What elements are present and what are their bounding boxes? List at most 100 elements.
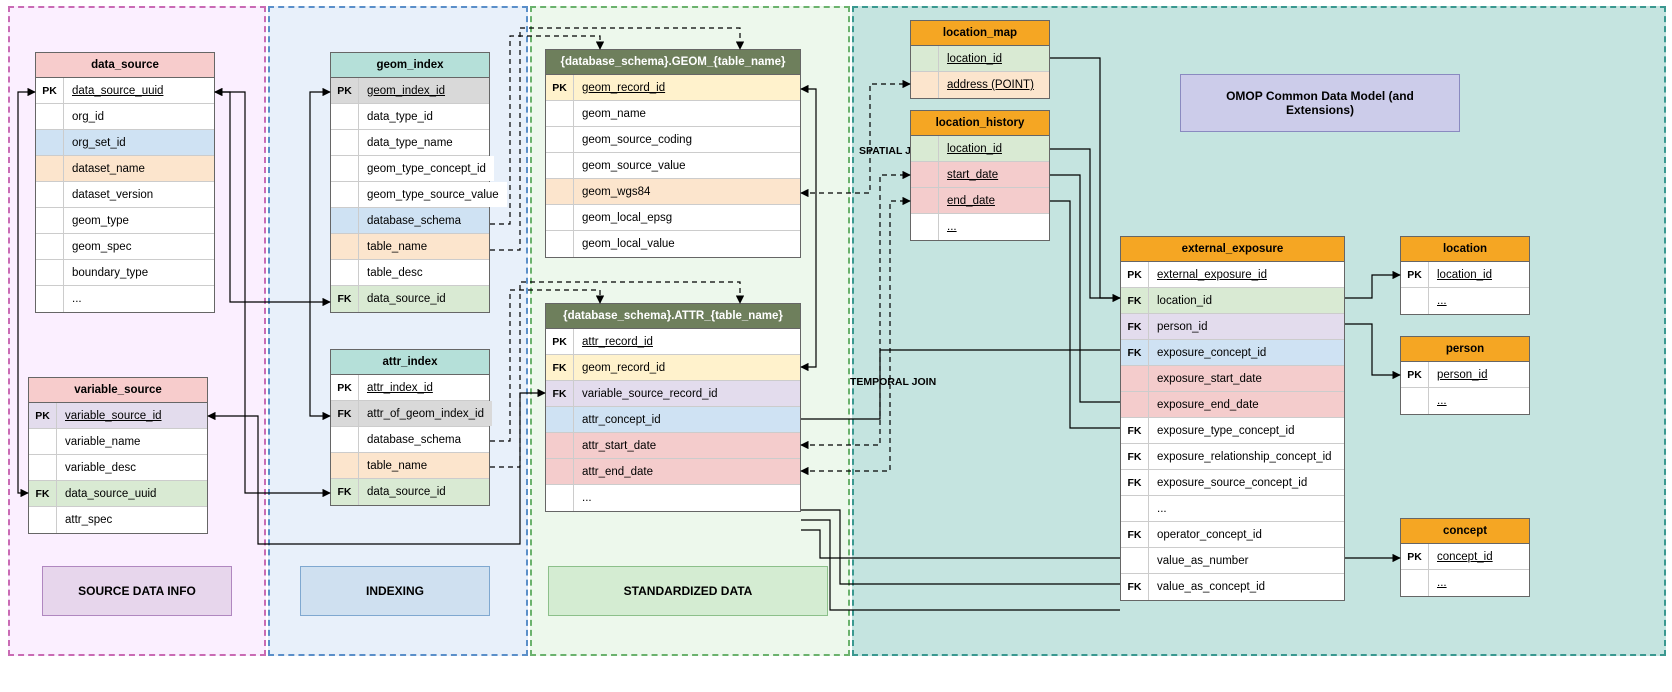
key-cell: FK xyxy=(1121,444,1149,469)
table-row: table_name xyxy=(331,453,489,479)
table-data-source: data_source PKdata_source_uuidorg_idorg_… xyxy=(35,52,215,313)
table-row: ... xyxy=(1401,388,1529,414)
table-attr-instance: {database_schema}.ATTR_{table_name} PKat… xyxy=(545,303,801,512)
column-name: value_as_concept_id xyxy=(1149,574,1344,600)
table-row: PKgeom_index_id xyxy=(331,78,489,104)
table-geom-index: geom_index PKgeom_index_iddata_type_idda… xyxy=(330,52,490,313)
column-name: data_source_uuid xyxy=(64,78,214,103)
key-cell xyxy=(546,485,574,511)
table-rows: PKattr_record_idFKgeom_record_idFKvariab… xyxy=(546,329,800,511)
key-cell xyxy=(546,433,574,458)
key-cell: PK xyxy=(36,78,64,103)
column-name: geom_source_value xyxy=(574,153,800,178)
table-row: FKdata_source_id xyxy=(331,286,489,312)
table-row: ... xyxy=(546,485,800,511)
column-name: attr_concept_id xyxy=(574,407,800,432)
column-name: location_id xyxy=(939,46,1049,71)
table-rows: PKvariable_source_idvariable_namevariabl… xyxy=(29,403,207,533)
column-name: person_id xyxy=(1429,362,1529,387)
table-title: geom_index xyxy=(331,53,489,78)
zone-label-source: SOURCE DATA INFO xyxy=(42,566,232,616)
table-row: PKattr_record_id xyxy=(546,329,800,355)
column-name: boundary_type xyxy=(64,260,214,285)
key-cell xyxy=(911,136,939,161)
table-row: PKattr_index_id xyxy=(331,375,489,401)
key-cell xyxy=(546,231,574,257)
column-name: org_set_id xyxy=(64,130,214,155)
key-cell xyxy=(1121,548,1149,573)
table-row: PKgeom_record_id xyxy=(546,75,800,101)
key-cell xyxy=(331,208,359,233)
key-cell: FK xyxy=(1121,418,1149,443)
table-row: ... xyxy=(1121,496,1344,522)
key-cell xyxy=(546,127,574,152)
key-cell: PK xyxy=(1401,362,1429,387)
column-name: location_id xyxy=(1149,288,1344,313)
table-row: table_name xyxy=(331,234,489,260)
key-cell xyxy=(36,234,64,259)
key-cell xyxy=(36,286,64,312)
key-cell xyxy=(36,208,64,233)
column-name: database_schema xyxy=(359,427,489,452)
table-geom-instance: {database_schema}.GEOM_{table_name} PKge… xyxy=(545,49,801,258)
key-cell xyxy=(911,162,939,187)
zone-label-text: OMOP Common Data Model (and Extensions) xyxy=(1226,89,1414,117)
column-name: start_date xyxy=(939,162,1049,187)
table-person: person PKperson_id... xyxy=(1400,336,1530,415)
table-row: geom_source_coding xyxy=(546,127,800,153)
key-cell: FK xyxy=(1121,522,1149,547)
key-cell: PK xyxy=(1401,262,1429,287)
table-row: PKexternal_exposure_id xyxy=(1121,262,1344,288)
column-name: ... xyxy=(1429,570,1529,596)
table-rows: PKperson_id... xyxy=(1401,362,1529,414)
column-name: external_exposure_id xyxy=(1149,262,1344,287)
column-name: dataset_version xyxy=(64,182,214,207)
key-cell xyxy=(546,407,574,432)
key-cell xyxy=(546,153,574,178)
table-rows: location_idstart_dateend_date... xyxy=(911,136,1049,240)
column-name: geom_wgs84 xyxy=(574,179,800,204)
table-row: location_id xyxy=(911,46,1049,72)
column-name: attr_record_id xyxy=(574,329,800,354)
key-cell: FK xyxy=(331,401,359,426)
column-name: attr_spec xyxy=(57,507,207,533)
table-location-map: location_map location_idaddress (POINT) xyxy=(910,20,1050,99)
table-attr-index: attr_index PKattr_index_idFKattr_of_geom… xyxy=(330,349,490,506)
key-cell: PK xyxy=(29,403,57,428)
key-cell: FK xyxy=(1121,340,1149,365)
table-row: FKdata_source_id xyxy=(331,479,489,505)
table-row: attr_concept_id xyxy=(546,407,800,433)
table-row: FKvariable_source_record_id xyxy=(546,381,800,407)
table-title: location_history xyxy=(911,111,1049,136)
table-title: location xyxy=(1401,237,1529,262)
key-cell xyxy=(546,205,574,230)
zone-label-omop: OMOP Common Data Model (and Extensions) xyxy=(1180,74,1460,132)
table-row: geom_local_value xyxy=(546,231,800,257)
table-rows: PKattr_index_idFKattr_of_geom_index_idda… xyxy=(331,375,489,505)
table-row: database_schema xyxy=(331,427,489,453)
table-title: variable_source xyxy=(29,378,207,403)
table-row: FKexposure_type_concept_id xyxy=(1121,418,1344,444)
zone-label-text: INDEXING xyxy=(366,584,424,598)
column-name: person_id xyxy=(1149,314,1344,339)
key-cell xyxy=(36,182,64,207)
table-row: data_type_id xyxy=(331,104,489,130)
table-rows: PKexternal_exposure_idFKlocation_idFKper… xyxy=(1121,262,1344,600)
column-name: geom_spec xyxy=(64,234,214,259)
column-name: ... xyxy=(64,286,214,312)
column-name: geom_name xyxy=(574,101,800,126)
column-name: exposure_end_date xyxy=(1149,392,1344,417)
column-name: data_source_id xyxy=(359,479,489,505)
table-row: dataset_version xyxy=(36,182,214,208)
key-cell: FK xyxy=(1121,470,1149,495)
key-cell xyxy=(1401,288,1429,314)
key-cell: FK xyxy=(546,381,574,406)
column-name: location_id xyxy=(1429,262,1529,287)
column-name: variable_source_id xyxy=(57,403,207,428)
table-variable-source: variable_source PKvariable_source_idvari… xyxy=(28,377,208,534)
key-cell xyxy=(331,104,359,129)
key-cell xyxy=(29,507,57,533)
column-name: geom_index_id xyxy=(359,78,489,103)
table-row: location_id xyxy=(911,136,1049,162)
key-cell: PK xyxy=(331,78,359,103)
